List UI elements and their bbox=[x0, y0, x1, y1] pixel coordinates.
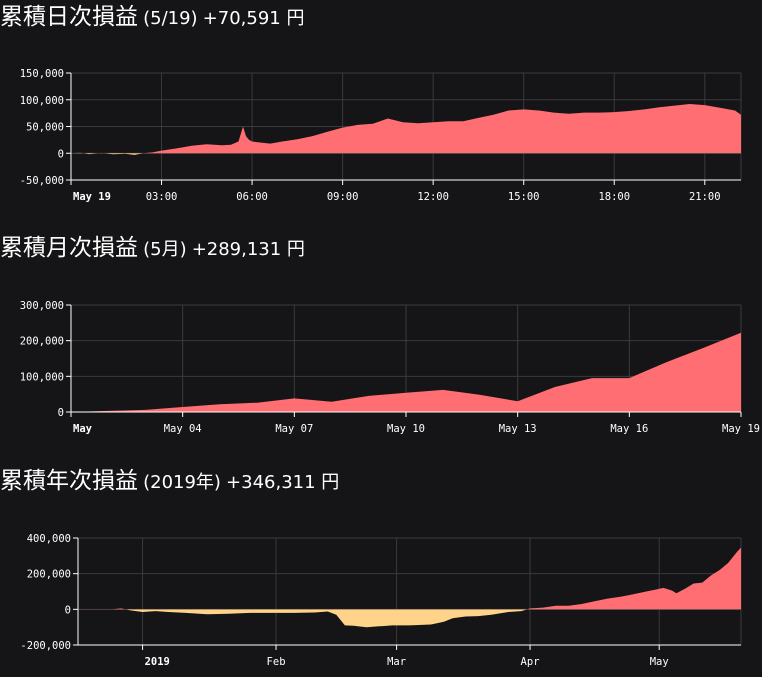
x-tick-label: 15:00 bbox=[508, 191, 540, 203]
x-tick-label: 2019 bbox=[145, 656, 170, 668]
x-tick-label: May 10 bbox=[387, 423, 425, 435]
loss-area bbox=[125, 609, 528, 628]
x-tick-label: May bbox=[650, 656, 669, 668]
x-tick-label: 06:00 bbox=[236, 191, 268, 203]
y-tick-label: -200,000 bbox=[20, 640, 71, 652]
yearly-pnl-chart: -200,000 0 200,000 400,000 2019 Feb Mar Apr May bbox=[20, 533, 742, 668]
y-tick-label: 300,000 bbox=[20, 300, 64, 312]
x-tick-label: May 19 bbox=[722, 423, 760, 435]
x-tick-label: May 16 bbox=[610, 423, 648, 435]
x-tick-label: 09:00 bbox=[327, 191, 359, 203]
y-tick-label: -50,000 bbox=[20, 175, 64, 187]
y-tick-label: 0 bbox=[65, 604, 71, 616]
y-tick-label: 50,000 bbox=[26, 122, 64, 134]
profit-area bbox=[71, 104, 741, 154]
x-tick-label: May 04 bbox=[164, 423, 202, 435]
x-tick-label: 12:00 bbox=[417, 191, 449, 203]
x-tick-label: 18:00 bbox=[598, 191, 630, 203]
x-tick-label: May 19 bbox=[73, 191, 111, 203]
daily-pnl-chart: -50,000 0 50,000 100,000 150,000 May 19 03:00 0… bbox=[20, 68, 742, 203]
y-tick-label: 150,000 bbox=[20, 68, 64, 80]
y-tick-label: 200,000 bbox=[20, 336, 64, 348]
x-tick-label: Feb bbox=[267, 656, 286, 668]
monthly-pnl-chart: 0 100,000 200,000 300,000 May May 04 May 07 May… bbox=[20, 300, 760, 435]
y-tick-label: 0 bbox=[58, 407, 64, 419]
y-tick-label: 100,000 bbox=[20, 371, 64, 383]
y-tick-label: 100,000 bbox=[20, 95, 64, 107]
x-tick-label: 21:00 bbox=[689, 191, 721, 203]
y-tick-label: 400,000 bbox=[27, 533, 71, 545]
x-tick-label: May 07 bbox=[275, 423, 313, 435]
x-tick-label: May bbox=[73, 423, 93, 435]
x-tick-label: Mar bbox=[387, 656, 406, 668]
x-tick-label: Apr bbox=[521, 656, 540, 668]
y-tick-label: 200,000 bbox=[27, 569, 71, 581]
x-tick-label: 03:00 bbox=[146, 191, 178, 203]
y-tick-label: 0 bbox=[58, 148, 64, 160]
x-tick-label: May 13 bbox=[499, 423, 537, 435]
